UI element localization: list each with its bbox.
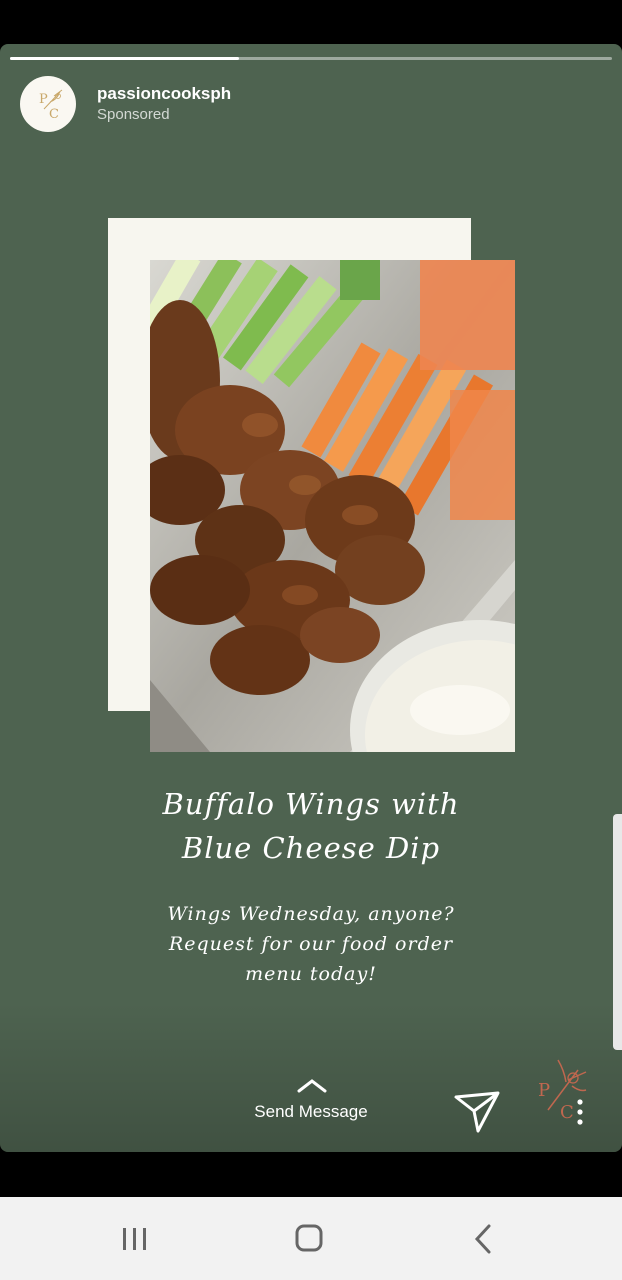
send-message-label: Send Message bbox=[254, 1102, 368, 1121]
avatar-letter-p: P bbox=[39, 92, 48, 107]
story-progress-fill bbox=[10, 57, 239, 60]
home-icon[interactable] bbox=[279, 1217, 339, 1261]
story-progress-bar bbox=[10, 57, 612, 60]
headline-line-1: Buffalo Wings with bbox=[162, 787, 460, 821]
account-avatar[interactable]: P C bbox=[20, 76, 76, 132]
send-message-button[interactable]: Send Message bbox=[211, 1074, 411, 1134]
caption-line-3: menu today! bbox=[245, 963, 377, 985]
system-navigation-bar bbox=[0, 1197, 622, 1280]
svg-text:P: P bbox=[538, 1080, 550, 1101]
more-vertical-icon[interactable] bbox=[570, 1097, 590, 1127]
caption-line-1: Wings Wednesday, anyone? bbox=[167, 903, 455, 925]
food-photo bbox=[150, 260, 515, 752]
avatar-letter-c: C bbox=[49, 107, 59, 122]
sponsored-label: Sponsored bbox=[97, 106, 170, 123]
headline-line-2: Blue Cheese Dip bbox=[181, 831, 441, 865]
story-viewer[interactable]: P C passioncooksph Sponsored Buffalo Win… bbox=[0, 44, 622, 1152]
scroll-handle[interactable] bbox=[613, 814, 622, 1050]
chevron-up-icon bbox=[297, 1079, 327, 1093]
paper-plane-icon[interactable] bbox=[452, 1089, 502, 1135]
caption-line-2: Request for our food order bbox=[168, 933, 454, 955]
account-username[interactable]: passioncooksph bbox=[97, 84, 231, 104]
recent-apps-icon[interactable] bbox=[105, 1217, 165, 1261]
back-icon[interactable] bbox=[453, 1217, 513, 1261]
